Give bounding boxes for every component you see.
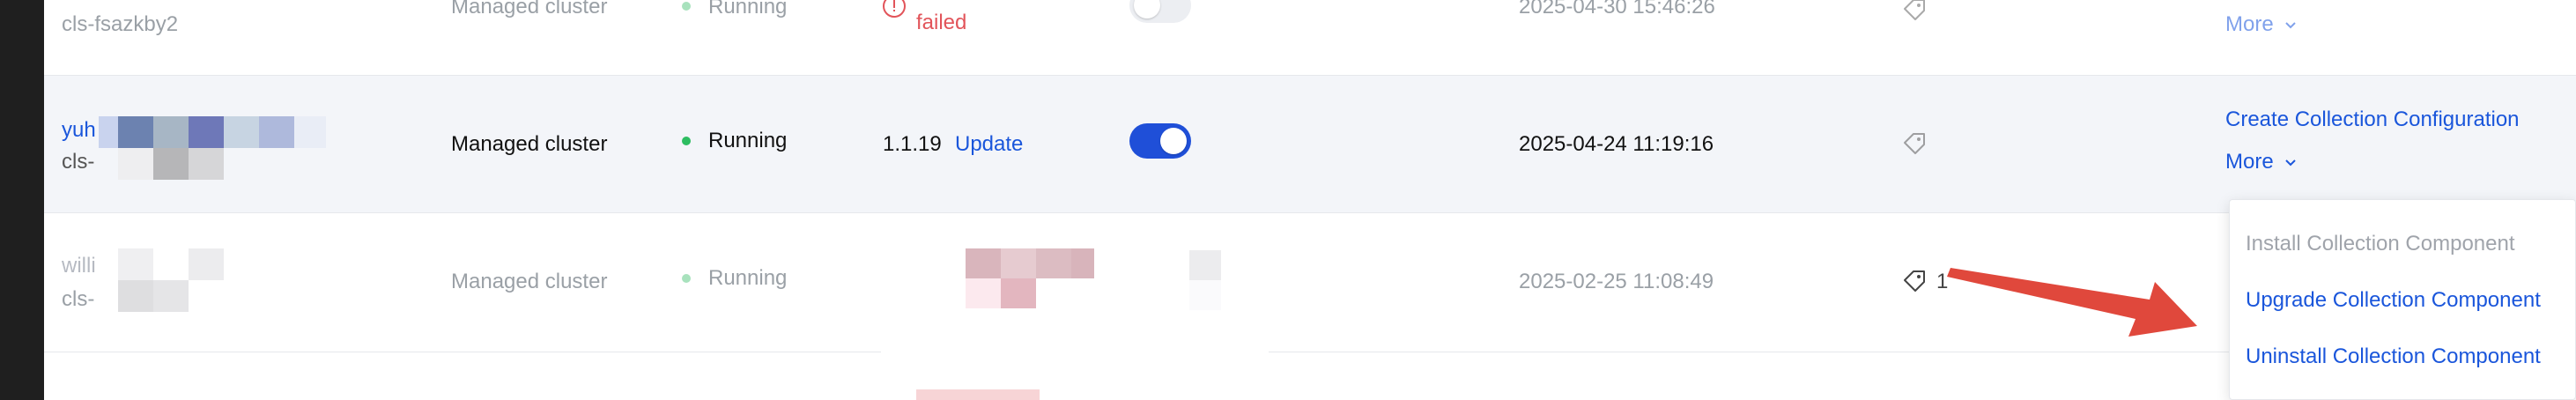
cluster-name-link[interactable]: willi <box>62 254 96 278</box>
cluster-status: Running <box>708 129 788 152</box>
collection-toggle[interactable] <box>1129 123 1191 159</box>
update-link[interactable]: Update <box>955 132 1023 157</box>
table-row: yuh cls- Managed cluster Running 1.1.19 … <box>44 76 2576 213</box>
toggle-knob <box>1160 128 1187 154</box>
table-row: cls-fsazkby2 Managed cluster Running fai… <box>44 0 2576 76</box>
cluster-id: cls- <box>62 287 95 311</box>
cluster-type: Managed cluster <box>451 132 608 156</box>
status-dot <box>682 2 691 11</box>
uninstall-collection-component-item[interactable]: Uninstall Collection Component <box>2246 344 2541 369</box>
table-row <box>44 352 2576 400</box>
chevron-down-icon <box>2285 159 2297 167</box>
cluster-status: Running <box>708 266 788 290</box>
status-dot <box>682 274 691 283</box>
tag-icon[interactable] <box>1901 0 1928 23</box>
tag-icon[interactable] <box>1901 130 1928 157</box>
component-status: failed <box>916 11 967 34</box>
error-circle-icon <box>881 0 907 24</box>
created-at: 2025-02-25 11:08:49 <box>1519 270 1714 293</box>
cluster-status: Running <box>708 0 788 19</box>
created-at: 2025-04-24 11:19:16 <box>1519 132 1714 156</box>
more-button[interactable]: More <box>2225 150 2298 174</box>
create-collection-config-link[interactable]: Create Collection Configuration <box>2225 107 2520 132</box>
cluster-id: cls-fsazkby2 <box>62 12 179 36</box>
truncated-error-text <box>916 389 1040 400</box>
tag-icon[interactable] <box>1901 268 1928 294</box>
created-at: 2025-04-30 15:46:26 <box>1519 0 1715 19</box>
more-label: More <box>2225 12 2274 36</box>
cluster-name-link[interactable]: yuh <box>62 118 96 143</box>
annotation-arrow <box>1947 268 2197 337</box>
more-dropdown-menu: Install Collection Component Upgrade Col… <box>2229 199 2576 400</box>
install-collection-component-item: Install Collection Component <box>2246 232 2515 256</box>
component-version: 1.1.19 <box>883 132 942 156</box>
toggle-knob <box>1134 0 1160 19</box>
chevron-down-icon <box>2285 21 2297 29</box>
left-edge-strip <box>0 0 44 400</box>
cluster-id: cls- <box>62 150 95 174</box>
collection-toggle[interactable] <box>1129 0 1191 23</box>
more-label: More <box>2225 150 2274 174</box>
upgrade-collection-component-item[interactable]: Upgrade Collection Component <box>2246 288 2541 313</box>
more-button[interactable]: More <box>2225 12 2298 37</box>
cluster-type: Managed cluster <box>451 270 608 293</box>
cluster-type: Managed cluster <box>451 0 608 19</box>
status-dot <box>682 137 691 145</box>
